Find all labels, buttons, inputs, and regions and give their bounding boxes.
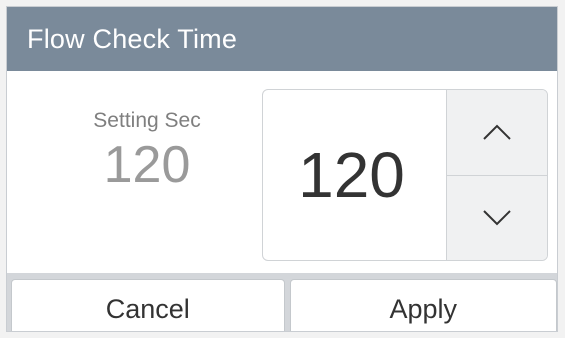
spinner-value[interactable]: 120 [263,90,446,260]
setting-label: Setting Sec [93,109,201,132]
cancel-button[interactable]: Cancel [11,279,285,331]
decrement-button[interactable] [447,174,547,261]
flow-check-time-dialog: Flow Check Time Setting Sec 120 120 Canc… [6,6,558,332]
seconds-spinner: 120 [262,89,548,261]
dialog-content: Setting Sec 120 120 [7,71,557,273]
increment-button[interactable] [447,90,547,175]
apply-button[interactable]: Apply [289,279,557,331]
spinner-buttons [446,90,547,260]
chevron-down-icon [483,210,511,226]
current-setting: Setting Sec 120 [67,109,227,191]
chevron-up-icon [483,124,511,140]
dialog-title: Flow Check Time [27,23,238,54]
dialog-titlebar: Flow Check Time [7,7,557,71]
setting-value: 120 [103,136,191,194]
dialog-footer: Cancel Apply [7,273,557,331]
